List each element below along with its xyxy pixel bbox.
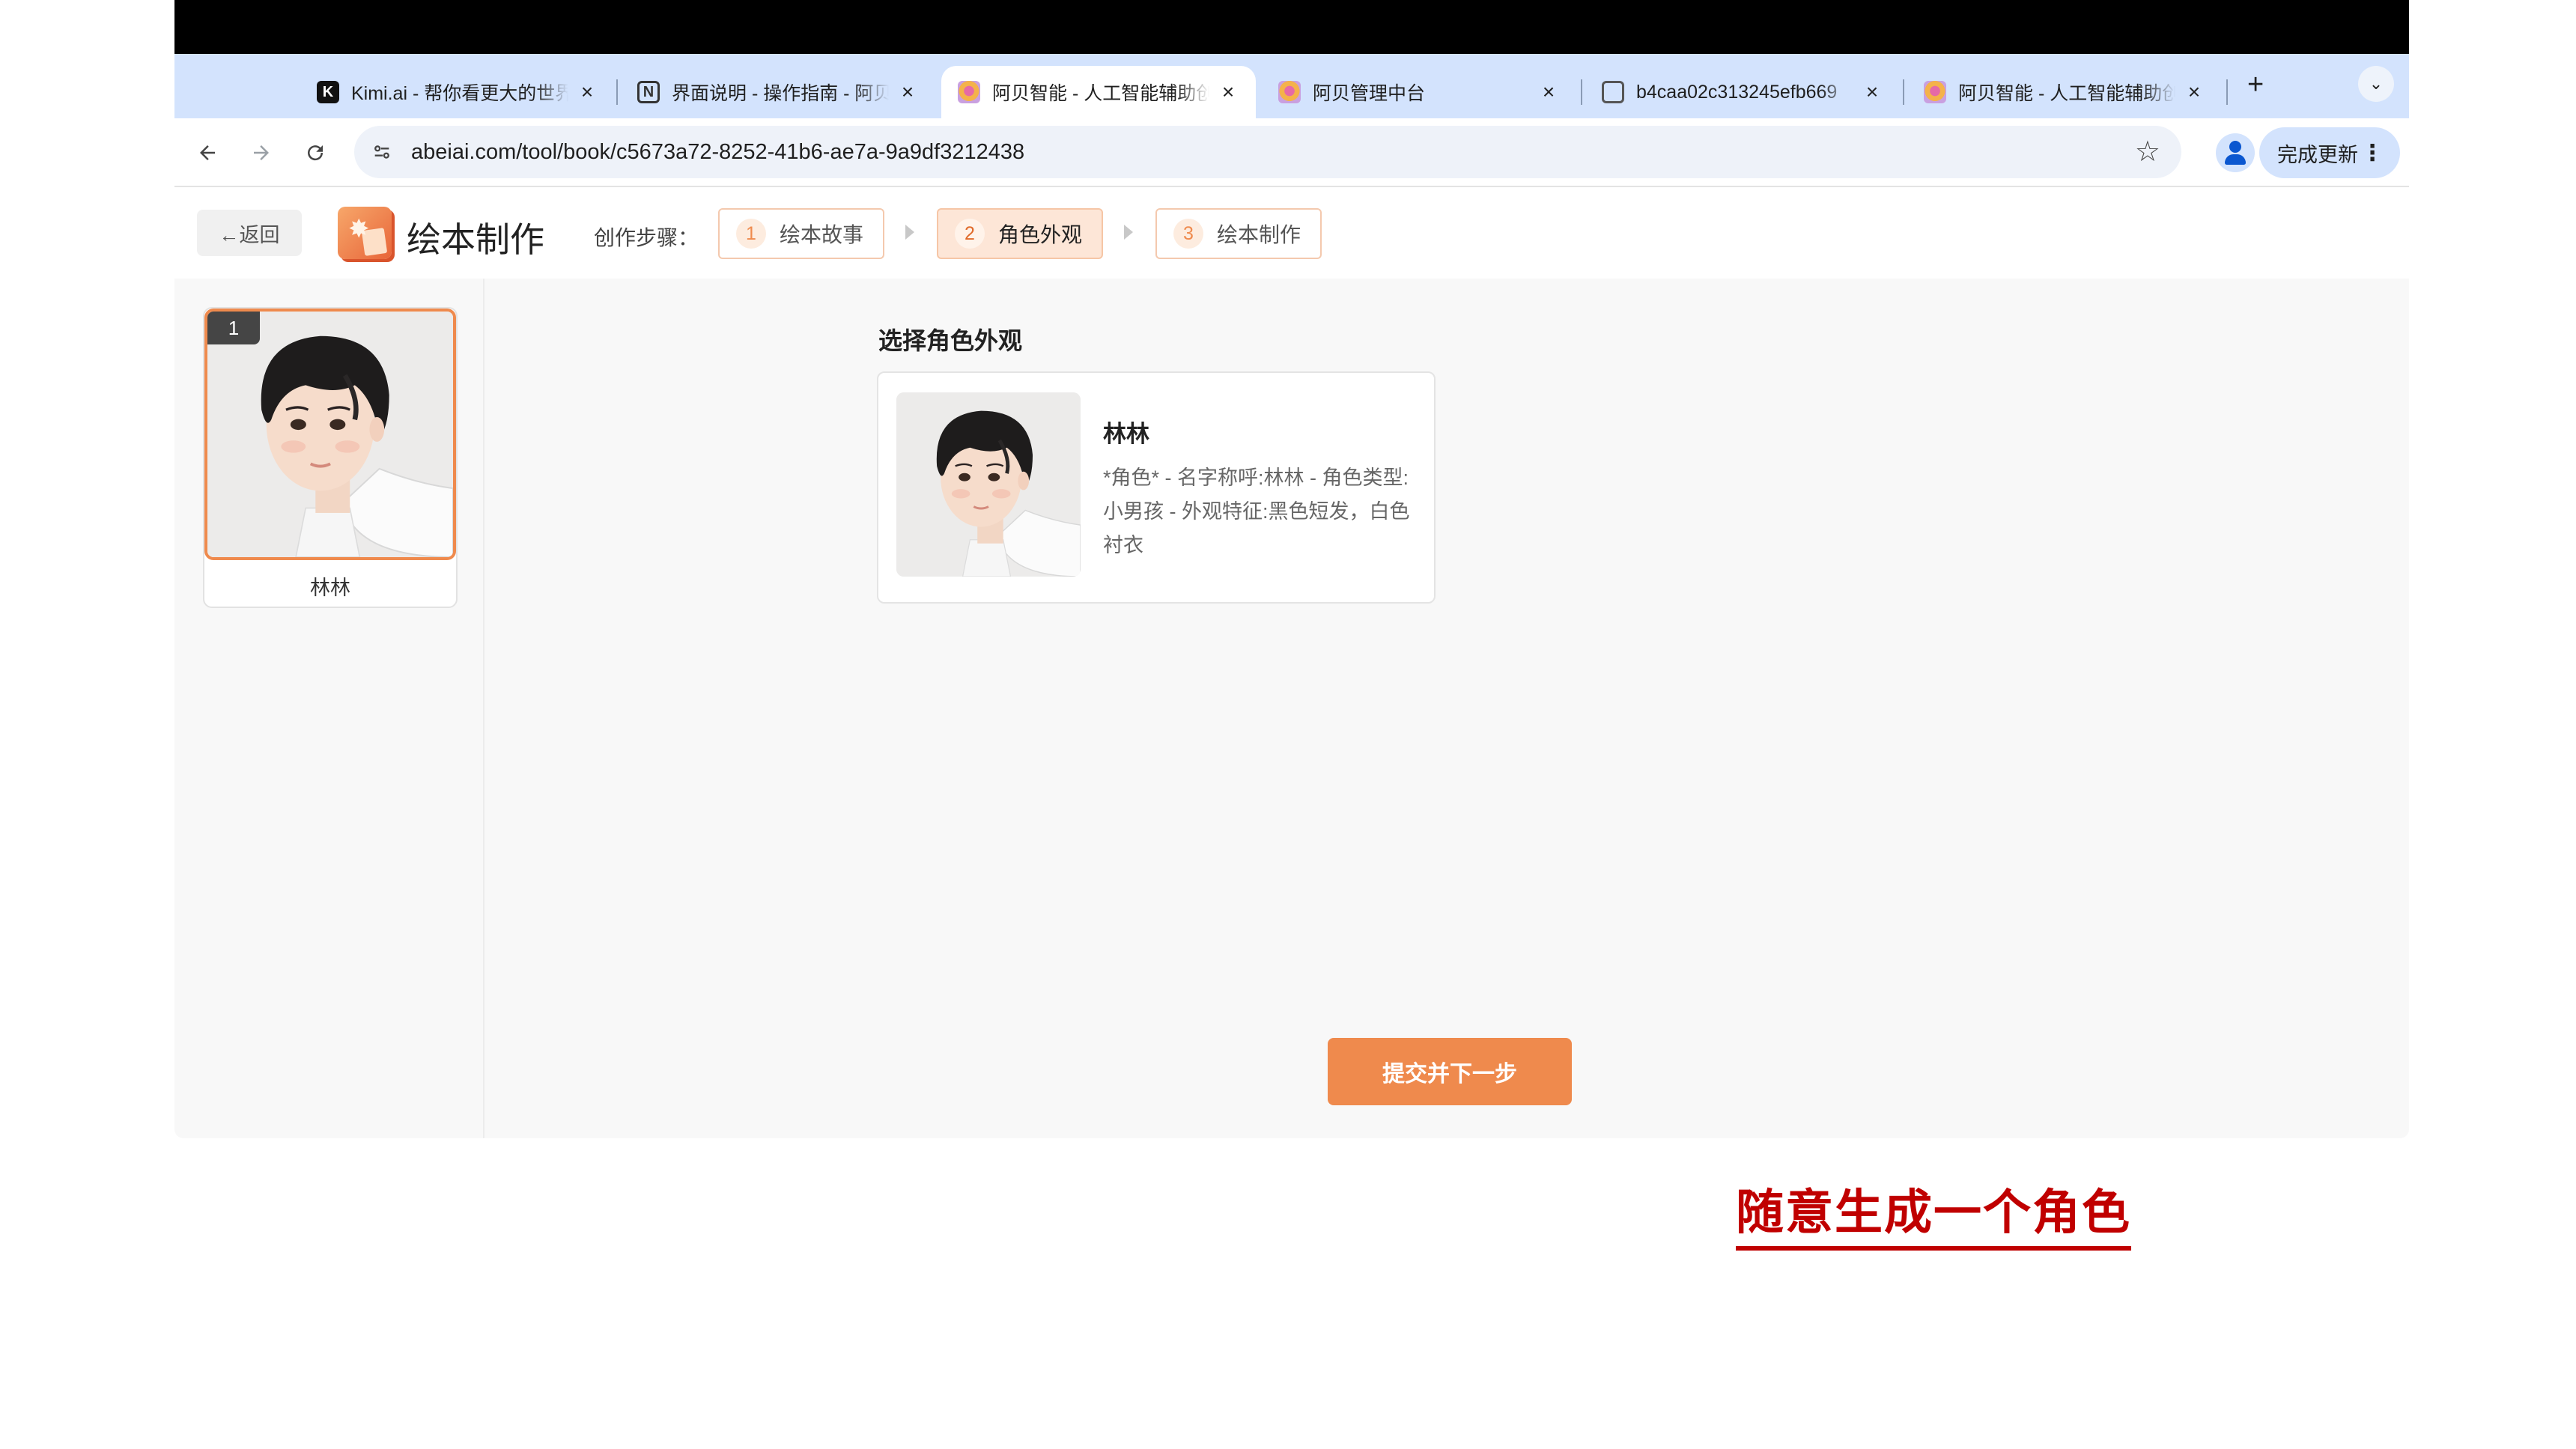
tab-abei-admin[interactable]: 阿贝管理中台 × xyxy=(1262,66,1576,118)
boy-portrait-image xyxy=(207,312,453,557)
browser-toolbar: abeiai.com/tool/book/c5673a72-8252-41b6-… xyxy=(174,118,2409,187)
update-button[interactable]: 完成更新 ⋮ xyxy=(2259,127,2400,178)
new-tab-button[interactable]: + xyxy=(2247,69,2264,101)
page-title: 绘本制作 xyxy=(407,220,544,259)
chevron-down-icon: ⌄ xyxy=(2369,74,2384,93)
character-thumbnail-image[interactable] xyxy=(204,309,456,560)
tab-separator xyxy=(616,79,618,105)
step-label: 绘本制作 xyxy=(1217,223,1301,246)
app-logo-icon: ✸ xyxy=(338,207,392,259)
arrow-left-icon xyxy=(200,145,215,160)
back-link-button[interactable]: ←返回 xyxy=(197,210,302,256)
character-description: *角色* - 名字称呼:林林 - 角色类型:小男孩 - 外观特征:黑色短发，白色… xyxy=(1103,467,1410,556)
character-index-badge: 1 xyxy=(207,312,260,344)
tab-title: 阿贝管理中台 xyxy=(1313,83,1426,104)
tab-title: b4caa02c313245efb669 xyxy=(1636,81,1838,103)
tab-title: Kimi.ai - 帮你看更大的世界 xyxy=(351,83,568,104)
forward-button[interactable] xyxy=(243,135,279,171)
step-production[interactable]: 3 绘本制作 xyxy=(1155,208,1322,259)
step-appearance[interactable]: 2 角色外观 xyxy=(937,208,1103,259)
character-thumbnail-card[interactable]: 1 林林 xyxy=(203,307,458,608)
boy-portrait-image xyxy=(896,392,1081,577)
step-arrow-icon xyxy=(1124,225,1133,240)
profile-avatar-button[interactable] xyxy=(2216,133,2255,172)
update-label: 完成更新 xyxy=(2277,143,2358,166)
more-vert-icon: ⋮ xyxy=(2361,140,2384,165)
character-portrait-image xyxy=(896,392,1081,577)
tab-abei-2[interactable]: 阿贝智能 - 人工智能辅助创作 × xyxy=(1907,66,2222,118)
steps-label: 创作步骤： xyxy=(594,226,699,249)
step-number: 3 xyxy=(1173,219,1203,249)
globe-favicon-icon xyxy=(1602,81,1624,103)
tab-hash[interactable]: b4caa02c313245efb669 × xyxy=(1585,66,1900,118)
tab-kimi[interactable]: K Kimi.ai - 帮你看更大的世界 × xyxy=(300,66,615,118)
character-option-card[interactable]: 林林 *角色* - 名字称呼:林林 - 角色类型:小男孩 - 外观特征:黑色短发… xyxy=(877,371,1436,604)
step-number: 2 xyxy=(955,219,985,249)
close-tab-icon[interactable]: × xyxy=(1217,80,1239,104)
section-title: 选择角色外观 xyxy=(878,327,1023,354)
character-name: 林林 xyxy=(1103,421,1149,447)
step-story[interactable]: 1 绘本故事 xyxy=(718,208,884,259)
person-icon xyxy=(2229,141,2241,153)
tab-search-button[interactable]: ⌄ xyxy=(2358,66,2394,102)
kimi-favicon-icon: K xyxy=(317,81,339,103)
browser-window: K Kimi.ai - 帮你看更大的世界 × N 界面说明 - 操作指南 - 阿… xyxy=(174,0,2409,1138)
step-arrow-icon xyxy=(905,225,914,240)
address-bar[interactable]: abeiai.com/tool/book/c5673a72-8252-41b6-… xyxy=(354,126,2181,178)
url-text[interactable]: abeiai.com/tool/book/c5673a72-8252-41b6-… xyxy=(411,140,1024,165)
submit-next-button[interactable]: 提交并下一步 xyxy=(1328,1038,1572,1105)
app-header: ←返回 ✸ 绘本制作 创作步骤： 1 绘本故事 2 角色外观 3 绘本制作 xyxy=(174,187,2409,277)
tab-title: 阿贝智能 - 人工智能辅助创作 xyxy=(1958,83,2175,104)
reload-icon xyxy=(308,145,323,161)
close-tab-icon[interactable]: × xyxy=(576,80,598,104)
close-tab-icon[interactable]: × xyxy=(1537,80,1560,104)
tab-separator xyxy=(1903,79,1904,105)
back-button[interactable] xyxy=(189,135,225,171)
step-label: 角色外观 xyxy=(998,223,1083,246)
doc-favicon-icon: N xyxy=(637,81,660,103)
arrow-right-icon xyxy=(254,145,269,160)
tab-title: 界面说明 - 操作指南 - 阿贝 xyxy=(672,83,889,104)
reload-button[interactable] xyxy=(297,135,333,171)
top-black-bar xyxy=(174,0,2409,54)
abei-favicon-icon xyxy=(1924,81,1946,103)
annotation-caption: 随意生成一个角色 xyxy=(1736,1174,2131,1251)
character-sidebar: 1 林林 xyxy=(174,279,484,1138)
close-tab-icon[interactable]: × xyxy=(896,80,919,104)
tab-strip: K Kimi.ai - 帮你看更大的世界 × N 界面说明 - 操作指南 - 阿… xyxy=(174,54,2409,118)
tab-guide[interactable]: N 界面说明 - 操作指南 - 阿贝 × xyxy=(621,66,935,118)
close-tab-icon[interactable]: × xyxy=(2183,80,2205,104)
close-tab-icon[interactable]: × xyxy=(1861,80,1883,104)
character-thumbnail-name: 林林 xyxy=(310,576,350,599)
step-label: 绘本故事 xyxy=(780,223,864,246)
bookmark-star-icon[interactable]: ☆ xyxy=(2135,135,2160,168)
abei-favicon-icon xyxy=(958,81,980,103)
tab-separator xyxy=(1581,79,1582,105)
site-settings-icon[interactable] xyxy=(365,135,399,169)
abei-favicon-icon xyxy=(1278,81,1301,103)
main-content: 1 林林 选择角色外观 林林 *角色* - 名字称呼:林林 - 角色类型:小男孩… xyxy=(174,279,2409,1138)
person-icon-body xyxy=(2225,154,2246,165)
tab-abei-active[interactable]: 阿贝智能 - 人工智能辅助创作 × xyxy=(941,66,1256,118)
tab-title: 阿贝智能 - 人工智能辅助创作 xyxy=(992,83,1209,104)
tab-separator xyxy=(2226,79,2228,105)
step-number: 1 xyxy=(736,219,766,249)
